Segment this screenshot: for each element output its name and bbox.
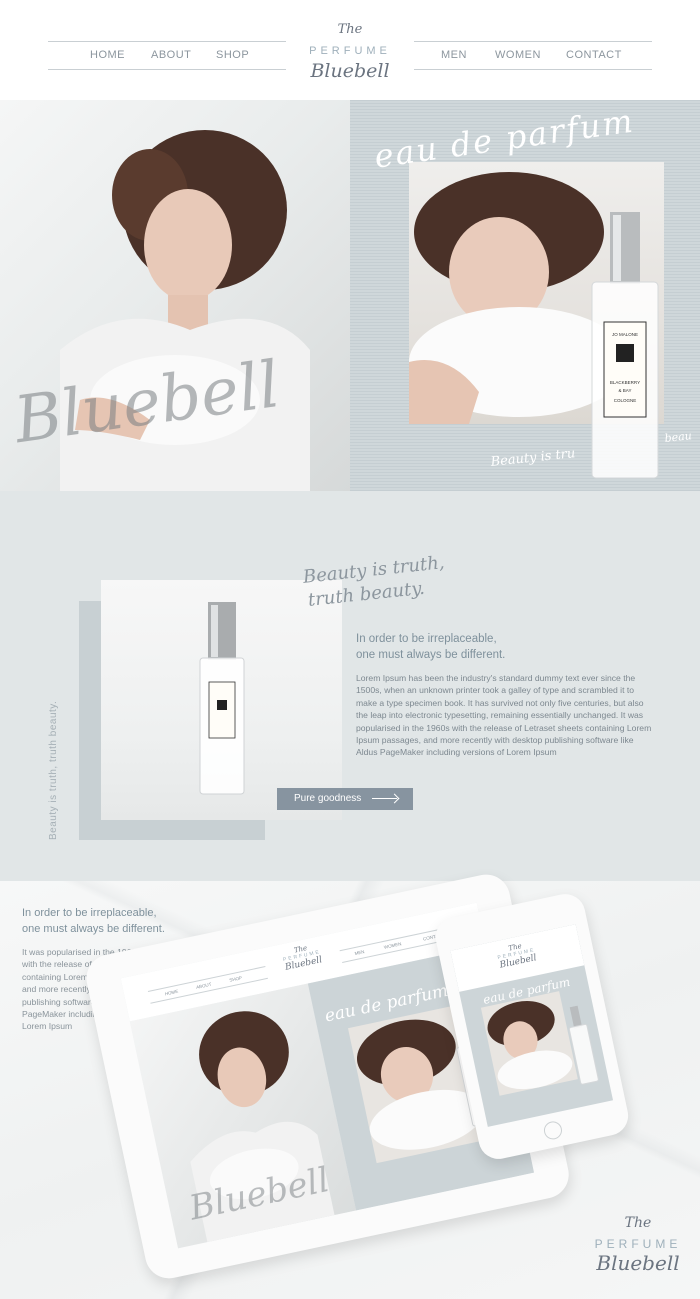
tablet-nav-shop: SHOP xyxy=(228,975,243,983)
tablet-nav-line xyxy=(147,966,266,992)
intro-perfume-bottle xyxy=(199,602,245,795)
bottle-brand: JO MALONE xyxy=(612,332,638,337)
logo-perfume: PERFUME xyxy=(309,45,391,57)
phone-model-illustration xyxy=(487,1001,573,1090)
nav-about[interactable]: ABOUT xyxy=(151,49,191,61)
bottle-label-1: BLACKBERRY xyxy=(610,380,640,385)
nav-divider-left-bottom xyxy=(48,69,286,70)
nav-divider-right-top xyxy=(414,41,652,42)
intro-heading-line-2: one must always be different. xyxy=(356,649,506,661)
logo-bluebell: Bluebell xyxy=(310,60,390,82)
mockup-heading: In order to be irreplaceable, one must a… xyxy=(22,905,222,937)
nav-home[interactable]: HOME xyxy=(90,49,125,61)
hero-perfume-bottle: JO MALONE BLACKBERRY & BAY COLOGNE xyxy=(591,212,659,479)
footer-logo[interactable]: The PERFUME Bluebell xyxy=(578,1215,698,1285)
mockup-heading-line-2: one must always be different. xyxy=(22,923,165,935)
phone-logo: The PERFUME Bluebell xyxy=(485,937,549,973)
nav-divider-left-top xyxy=(48,41,286,42)
nav-men[interactable]: MEN xyxy=(441,49,467,61)
home-button-icon xyxy=(542,1119,564,1142)
cta-label: Pure goodness xyxy=(294,793,362,804)
nav-shop[interactable]: SHOP xyxy=(216,49,249,61)
intro-product-photo xyxy=(101,580,342,820)
tablet-nav-home: HOME xyxy=(164,988,179,997)
intro-heading-line-1: In order to be irreplaceable, xyxy=(356,633,497,645)
mockup-heading-line-1: In order to be irreplaceable, xyxy=(22,907,157,919)
footer-logo-the: The xyxy=(624,1215,652,1231)
phone-inset-photo xyxy=(480,991,578,1096)
intro-vertical-tagline: Beauty is truth, truth beauty. xyxy=(48,700,59,840)
intro-heading: In order to be irreplaceable, one must a… xyxy=(356,631,656,663)
tablet-nav-about: ABOUT xyxy=(195,981,212,990)
tablet-nav-women: WOMEN xyxy=(383,941,402,950)
nav-contact[interactable]: CONTACT xyxy=(566,49,622,61)
tablet-logo: The PERFUME Bluebell xyxy=(270,939,334,975)
nav-women[interactable]: WOMEN xyxy=(495,49,541,61)
site-header: HOME ABOUT SHOP The PERFUME Bluebell MEN… xyxy=(0,0,700,100)
site-logo[interactable]: The PERFUME Bluebell xyxy=(295,20,405,90)
footer-logo-bluebell: Bluebell xyxy=(596,1251,680,1275)
pure-goodness-button[interactable]: Pure goodness xyxy=(277,788,413,810)
bottle-label-3: COLOGNE xyxy=(614,398,637,403)
arrow-right-icon xyxy=(372,798,397,799)
intro-body-text: Lorem Ipsum has been the industry's stan… xyxy=(356,673,652,758)
tablet-nav-men: MEN xyxy=(354,949,365,957)
phone-screen: The PERFUME Bluebell eau de parfum xyxy=(450,924,614,1127)
footer-logo-perfume: PERFUME xyxy=(594,1237,682,1251)
nav-divider-right-bottom xyxy=(414,69,652,70)
bottle-label-2: & BAY xyxy=(619,388,632,393)
logo-the: The xyxy=(337,22,363,37)
